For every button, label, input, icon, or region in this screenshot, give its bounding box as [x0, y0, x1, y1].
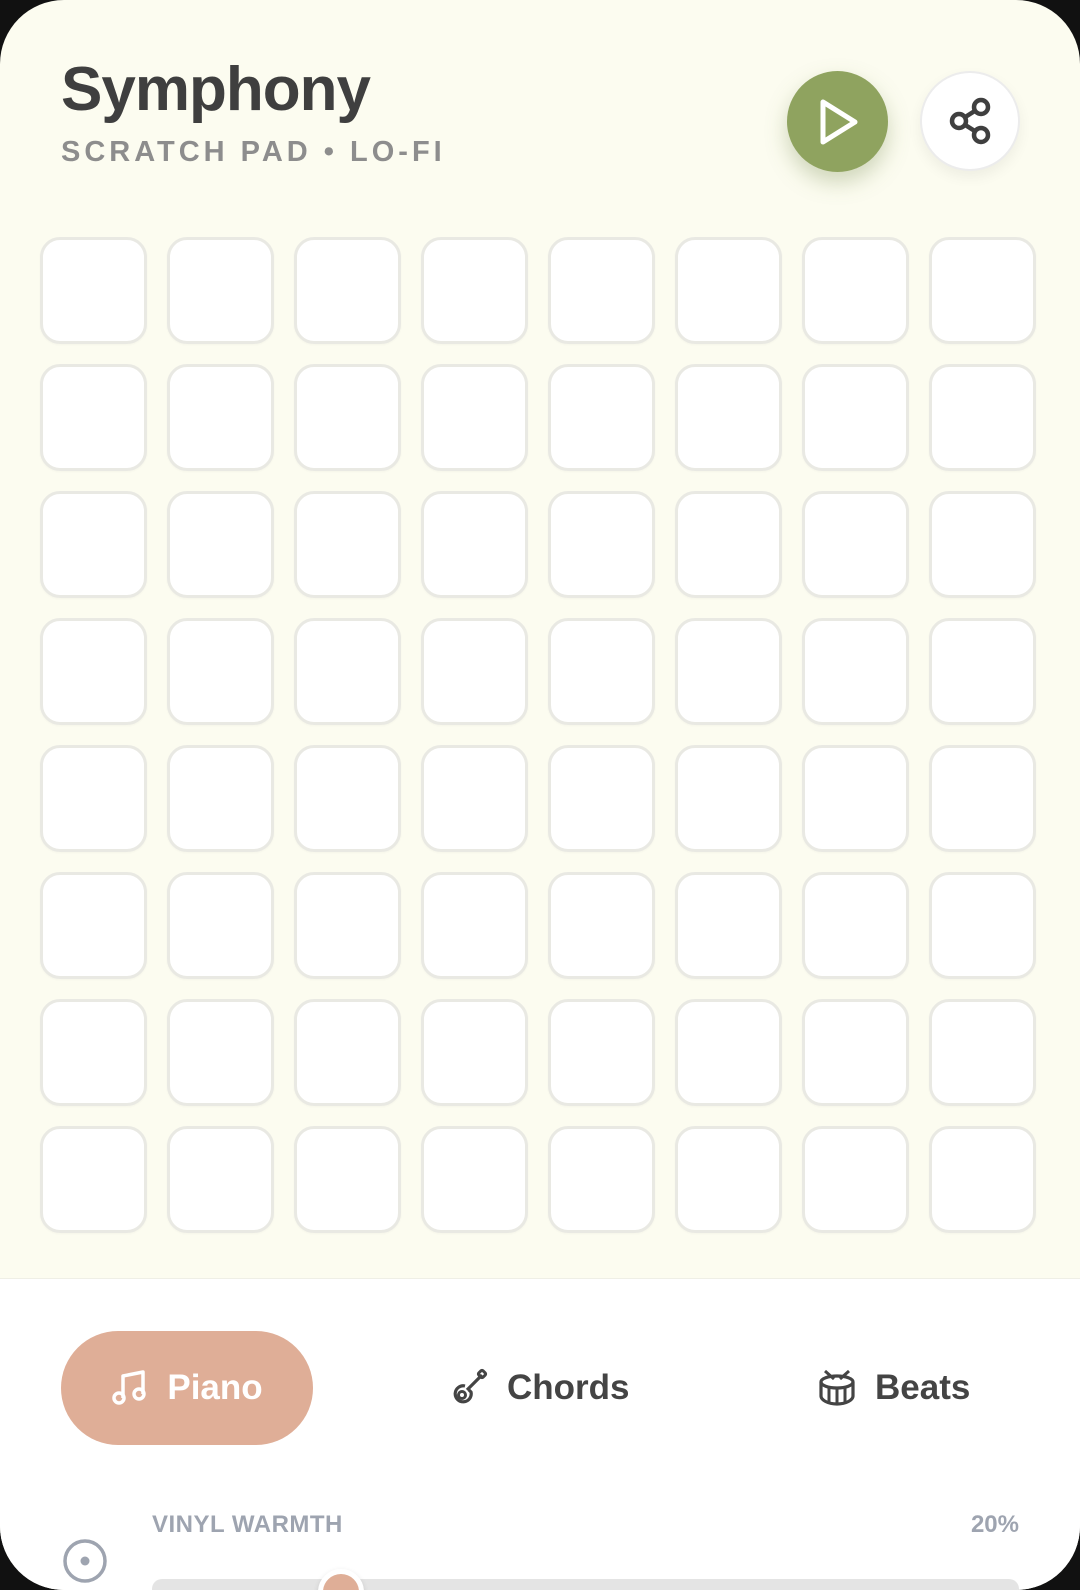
pad-cell[interactable] [421, 237, 528, 344]
pad-cell[interactable] [802, 491, 909, 598]
pad-cell[interactable] [167, 872, 274, 979]
pad-cell[interactable] [548, 745, 655, 852]
pad-cell[interactable] [421, 364, 528, 471]
page-subtitle: SCRATCH PAD • LO-FI [61, 136, 446, 168]
pad-cell[interactable] [675, 1126, 782, 1233]
pad-cell[interactable] [675, 618, 782, 725]
pad-cell[interactable] [40, 618, 147, 725]
pad-cell[interactable] [421, 745, 528, 852]
pad-cell[interactable] [548, 364, 655, 471]
vinyl-warmth-label: VINYL WARMTH [152, 1511, 343, 1538]
tab-label-piano: Piano [167, 1368, 263, 1407]
pad-cell[interactable] [675, 872, 782, 979]
play-icon [820, 99, 857, 144]
pad-cell[interactable] [548, 1126, 655, 1233]
pad-cell[interactable] [675, 745, 782, 852]
pad-cell[interactable] [675, 237, 782, 344]
pad-cell[interactable] [421, 618, 528, 725]
pad-cell[interactable] [548, 618, 655, 725]
pad-cell[interactable] [294, 1126, 401, 1233]
pad-cell[interactable] [929, 745, 1036, 852]
pad-cell[interactable] [294, 999, 401, 1106]
pad-cell[interactable] [802, 872, 909, 979]
vinyl-disc-icon [62, 1538, 108, 1589]
pad-cell[interactable] [40, 999, 147, 1106]
pad-cell[interactable] [167, 745, 274, 852]
pad-cell[interactable] [548, 999, 655, 1106]
drum-icon [817, 1368, 857, 1408]
pad-cell[interactable] [802, 745, 909, 852]
pad-cell[interactable] [294, 618, 401, 725]
pad-cell[interactable] [929, 364, 1036, 471]
pad-cell[interactable] [802, 237, 909, 344]
pad-cell[interactable] [167, 618, 274, 725]
pad-grid [40, 237, 1040, 1233]
pad-cell[interactable] [802, 618, 909, 725]
header: Symphony SCRATCH PAD • LO-FI [0, 0, 1080, 220]
pad-cell[interactable] [294, 491, 401, 598]
pad-cell[interactable] [929, 618, 1036, 725]
tab-piano[interactable]: Piano [61, 1331, 313, 1445]
pad-cell[interactable] [675, 491, 782, 598]
pad-cell[interactable] [167, 364, 274, 471]
vinyl-warmth-value: 20% [970, 1511, 1019, 1538]
play-button[interactable] [787, 71, 888, 172]
music-note-icon [111, 1369, 149, 1407]
pad-cell[interactable] [294, 364, 401, 471]
pad-cell[interactable] [167, 491, 274, 598]
pad-cell[interactable] [929, 872, 1036, 979]
pad-cell[interactable] [548, 872, 655, 979]
tab-beats[interactable]: Beats [817, 1331, 970, 1445]
pad-cell[interactable] [40, 491, 147, 598]
tab-label-beats: Beats [875, 1368, 971, 1407]
pad-cell[interactable] [40, 745, 147, 852]
pad-cell[interactable] [675, 364, 782, 471]
pad-cell[interactable] [421, 491, 528, 598]
pad-cell[interactable] [167, 237, 274, 344]
pad-cell[interactable] [802, 999, 909, 1106]
tab-label-chords: Chords [507, 1368, 630, 1407]
bottom-panel: Piano Chords Beats VINYL WARMTH 20% [0, 1278, 1080, 1590]
pad-cell[interactable] [421, 872, 528, 979]
pad-cell[interactable] [548, 237, 655, 344]
pad-cell[interactable] [929, 237, 1036, 344]
pad-cell[interactable] [548, 491, 655, 598]
pad-cell[interactable] [167, 999, 274, 1106]
pad-cell[interactable] [929, 999, 1036, 1106]
pad-cell[interactable] [802, 1126, 909, 1233]
pad-cell[interactable] [421, 999, 528, 1106]
slider-thumb[interactable] [318, 1569, 364, 1590]
pad-cell[interactable] [294, 745, 401, 852]
pad-cell[interactable] [802, 364, 909, 471]
pad-cell[interactable] [167, 1126, 274, 1233]
pad-cell[interactable] [675, 999, 782, 1106]
tab-chords[interactable]: Chords [449, 1331, 630, 1445]
pad-cell[interactable] [294, 872, 401, 979]
pad-cell[interactable] [929, 1126, 1036, 1233]
pad-cell[interactable] [40, 872, 147, 979]
page-title: Symphony [61, 55, 371, 124]
share-button[interactable] [920, 71, 1020, 171]
pad-cell[interactable] [294, 237, 401, 344]
pad-cell[interactable] [929, 491, 1036, 598]
vinyl-warmth-slider[interactable] [152, 1569, 1019, 1590]
share-icon [949, 97, 991, 145]
pad-cell[interactable] [40, 237, 147, 344]
pad-cell[interactable] [40, 1126, 147, 1233]
pad-cell[interactable] [40, 364, 147, 471]
guitar-icon [449, 1368, 489, 1408]
pad-cell[interactable] [421, 1126, 528, 1233]
app-window: Symphony SCRATCH PAD • LO-FI Piano Chord… [0, 0, 1080, 1590]
